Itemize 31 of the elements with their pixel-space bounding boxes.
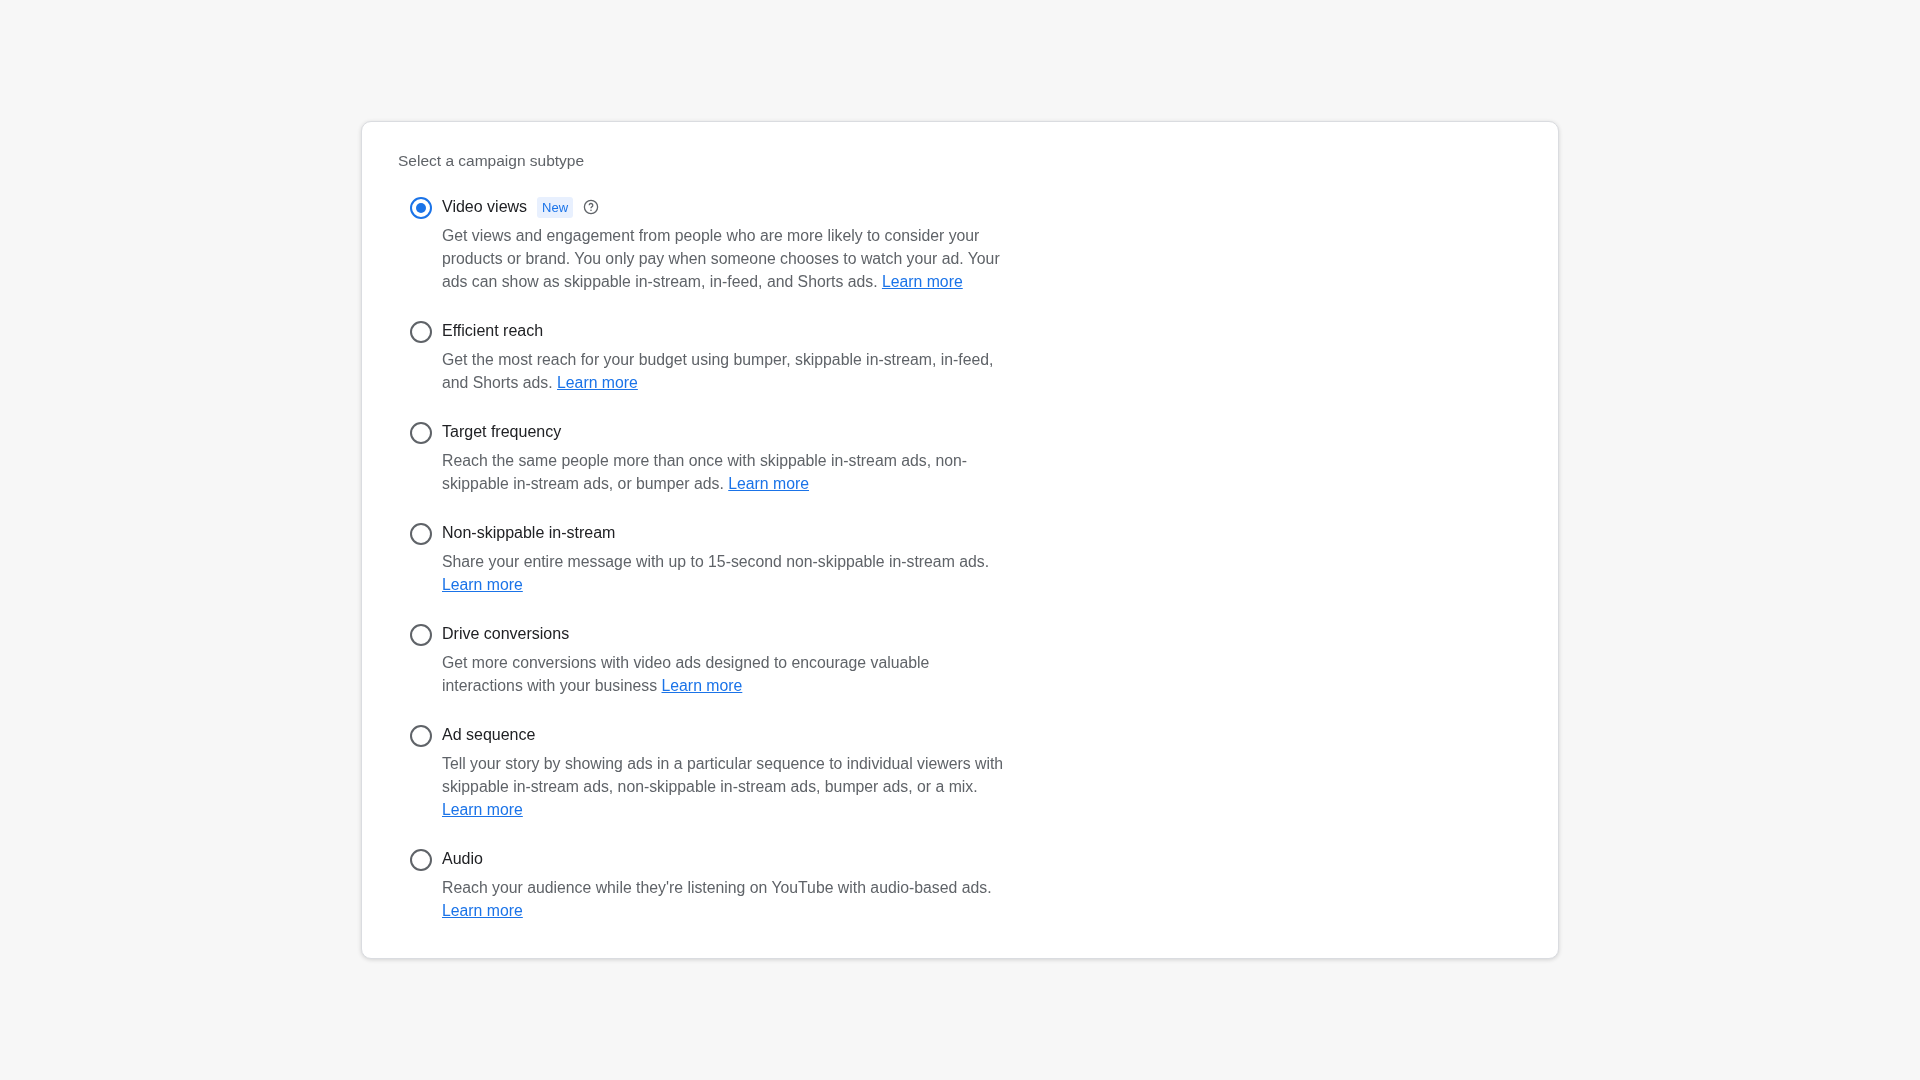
learn-more-link[interactable]: Learn more [557,374,638,391]
option-label[interactable]: Video views [442,198,528,216]
option-description: Reach your audience while they're listening on YouTube with audio-based ads. Learn more [442,878,993,921]
section-title: Select a campaign subtype [398,152,586,170]
option-label[interactable]: Target frequency [442,423,562,441]
option-label[interactable]: Audio [442,850,483,868]
learn-more-link[interactable]: Learn more [442,576,523,593]
radio-button[interactable] [410,849,432,871]
option-description: Share your entire message with up to 15-second non-skippable in-stream ads. Learn more [442,552,991,595]
radio-button[interactable] [410,725,432,747]
option-description: Get the most reach for your budget using bumper, skippable in-stream, in-feed, and Shorts ads. Learn more [442,350,995,393]
radio-button[interactable] [410,197,432,219]
option-description: Get more conversions with video ads designed to encourage valuable interactions with your business Learn more [442,653,931,696]
radio-button[interactable] [410,523,432,545]
learn-more-link[interactable]: Learn more [442,801,523,818]
learn-more-link[interactable]: Learn more [881,273,963,290]
learn-more-link[interactable]: Learn more [442,902,523,919]
option-label[interactable]: Efficient reach [442,322,544,340]
option-label[interactable]: Ad sequence [442,726,536,744]
option-description: Tell your story by showing ads in a particular sequence to individual viewers with skippable in-stream ads, non-skippable in-stream ads, bumper ads, or a mix. Learn more [442,754,1005,820]
radio-button[interactable] [410,624,432,646]
learn-more-link[interactable]: Learn more [661,677,743,694]
option-label[interactable]: Non-skippable in-stream [442,524,616,542]
new-badge: New [537,196,574,218]
option-description: Reach the same people more than once with skippable in-stream ads, non-skippable in-stream ads, or bumper ads. Learn more [442,451,969,494]
learn-more-link[interactable]: Learn more [728,475,810,492]
option-label[interactable]: Drive conversions [442,625,570,643]
option-description: Get views and engagement from people who are more likely to consider your products or brand. You only pay when someone chooses to watch your ad. Your ads can show as skippable in-stream, in-feed, and Shorts ads. Learn more [442,226,1001,292]
help-icon[interactable] [583,199,600,215]
radio-button[interactable] [410,321,432,343]
radio-button[interactable] [410,422,432,444]
